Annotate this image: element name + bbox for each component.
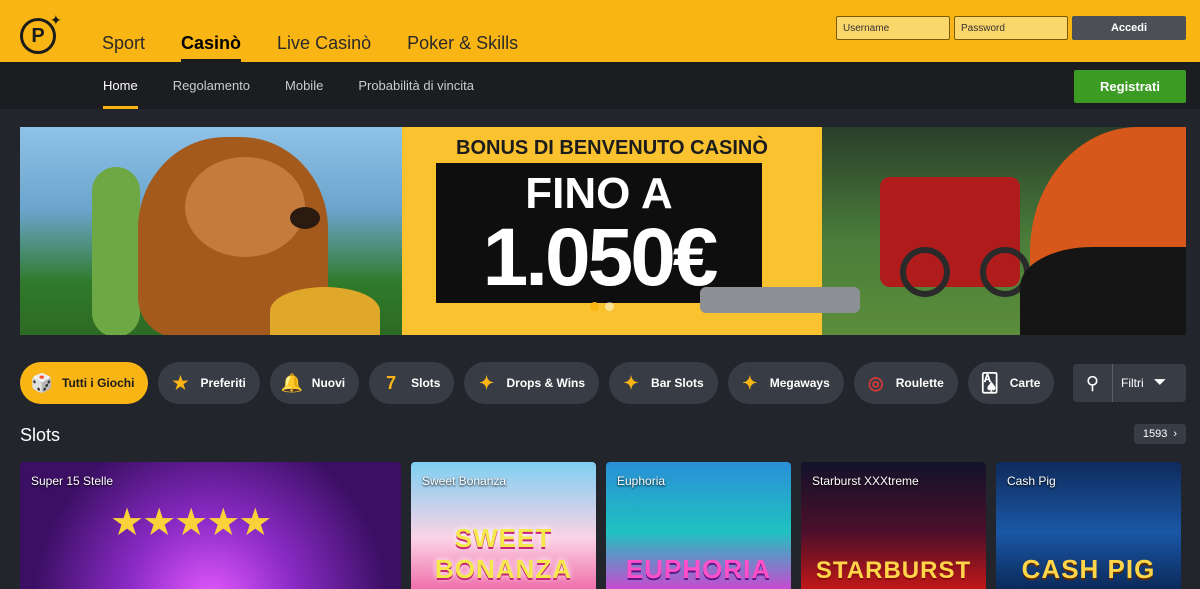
category-filters: 🎲 Tutti i Giochi ★ Preferiti 🔔 Nuovi 7 S… bbox=[20, 362, 1055, 404]
chip-label: Drops & Wins bbox=[506, 376, 586, 390]
stars-artwork: ★★★★★ bbox=[110, 502, 272, 544]
game-logo-art: CASH PIG bbox=[1021, 554, 1156, 584]
bonus-amount-box: FINO A 1.050€ bbox=[436, 163, 762, 303]
nav-poker-skills[interactable]: Poker & Skills bbox=[407, 30, 518, 62]
promo-banner[interactable]: BONUS DI BENVENUTO CASINÒ FINO A 1.050€ bbox=[20, 127, 1186, 335]
coins-illustration bbox=[270, 287, 380, 335]
chip-label: Bar Slots bbox=[651, 376, 704, 390]
chip-slots[interactable]: 7 Slots bbox=[369, 362, 455, 404]
subnav-regolamento[interactable]: Regolamento bbox=[173, 62, 250, 109]
filter-label[interactable]: Filtri bbox=[1113, 376, 1144, 390]
game-logo-art: EUPHORIA bbox=[625, 554, 772, 584]
chip-nuovi[interactable]: 🔔 Nuovi bbox=[269, 362, 360, 404]
chip-label: Carte bbox=[1009, 376, 1041, 390]
chip-carte[interactable]: 🂡 Carte bbox=[967, 362, 1055, 404]
revolver-illustration bbox=[700, 287, 860, 313]
login-form: Accedi bbox=[836, 16, 1186, 40]
chip-roulette[interactable]: ◎ Roulette bbox=[853, 362, 958, 404]
game-name: Starburst XXXtreme bbox=[812, 474, 919, 488]
section-title: Slots bbox=[20, 425, 61, 445]
game-tile[interactable]: Starburst XXXtreme STARBURST bbox=[801, 462, 986, 589]
subnav-mobile[interactable]: Mobile bbox=[285, 62, 323, 109]
games-count-button[interactable]: 1593 › bbox=[1134, 424, 1186, 444]
chip-megaways[interactable]: ✦ Megaways bbox=[727, 362, 844, 404]
chip-drops-wins[interactable]: ✦ Drops & Wins bbox=[464, 362, 600, 404]
chip-label: Slots bbox=[411, 376, 441, 390]
carousel-dot[interactable] bbox=[605, 302, 614, 311]
fox-coat-illustration bbox=[1020, 247, 1186, 335]
sub-nav: Home Regolamento Mobile Probabilità di v… bbox=[0, 62, 1200, 109]
chevron-right-icon: › bbox=[1173, 428, 1178, 440]
bear-face-illustration bbox=[185, 157, 305, 257]
games-count: 1593 bbox=[1142, 428, 1168, 440]
chip-bar-slots[interactable]: ✦ Bar Slots bbox=[609, 362, 718, 404]
game-tile[interactable]: ★★★★★ Super 15 Stelle bbox=[20, 462, 401, 589]
search-filter-bar: ⚲ Filtri ⏷ bbox=[1073, 364, 1186, 402]
carousel-dot[interactable] bbox=[590, 302, 599, 311]
cards-icon: 🂡 bbox=[980, 372, 999, 393]
bonus-title: BONUS DI BENVENUTO CASINÒ bbox=[456, 137, 768, 159]
car-wheel-illustration bbox=[900, 247, 950, 297]
login-button[interactable]: Accedi bbox=[1072, 16, 1186, 40]
sub-nav-links: Home Regolamento Mobile Probabilità di v… bbox=[103, 62, 509, 109]
chip-label: Roulette bbox=[895, 376, 944, 390]
funnel-icon[interactable]: ⏷ bbox=[1154, 374, 1167, 392]
game-name: Cash Pig bbox=[1007, 474, 1056, 488]
game-name: Sweet Bonanza bbox=[422, 474, 507, 488]
game-tile[interactable]: Cash Pig CASH PIG bbox=[996, 462, 1181, 589]
bear-nose-illustration bbox=[290, 207, 320, 229]
game-name: Euphoria bbox=[617, 474, 666, 488]
chip-label: Megaways bbox=[769, 376, 830, 390]
register-button[interactable]: Registrati bbox=[1074, 70, 1186, 103]
chip-label: Nuovi bbox=[311, 376, 346, 390]
dice-cards-icon: 🎲 bbox=[30, 372, 54, 393]
nav-casino[interactable]: Casinò bbox=[181, 30, 242, 62]
game-tile[interactable]: Euphoria EUPHORIA bbox=[606, 462, 791, 589]
star-icon: ★ bbox=[172, 372, 189, 393]
username-field[interactable] bbox=[836, 16, 950, 40]
snake-illustration bbox=[92, 167, 140, 335]
chip-tutti-i-giochi[interactable]: 🎲 Tutti i Giochi bbox=[20, 362, 149, 404]
game-tile[interactable]: Sweet Bonanza SWEET BONANZA bbox=[411, 462, 596, 589]
game-logo-art: STARBURST bbox=[815, 557, 972, 584]
nav-sport[interactable]: Sport bbox=[102, 30, 145, 62]
seven-cherry-icon: 7 bbox=[386, 372, 397, 393]
game-name: Super 15 Stelle bbox=[31, 474, 114, 488]
app-root: P ✦ Sport Casinò Live Casinò Poker & Ski… bbox=[0, 0, 1200, 589]
sparkle-icon: ✦ bbox=[623, 372, 639, 393]
search-icon[interactable]: ⚲ bbox=[1073, 364, 1113, 402]
sparkle-icon: ✦ bbox=[742, 372, 758, 393]
game-logo-art: SWEET BONANZA bbox=[435, 523, 572, 584]
roulette-icon: ◎ bbox=[867, 372, 884, 393]
chip-label: Preferiti bbox=[200, 376, 246, 390]
subnav-home[interactable]: Home bbox=[103, 62, 138, 109]
chip-preferiti[interactable]: ★ Preferiti bbox=[158, 362, 260, 404]
password-field[interactable] bbox=[954, 16, 1068, 40]
sparkle-icon: ✦ bbox=[478, 372, 495, 393]
subnav-probabilita[interactable]: Probabilità di vincita bbox=[358, 62, 474, 109]
chip-label: Tutti i Giochi bbox=[62, 376, 135, 390]
top-bar: P ✦ Sport Casinò Live Casinò Poker & Ski… bbox=[0, 0, 1200, 62]
bell-icon: 🔔 bbox=[280, 372, 303, 393]
main-nav: Sport Casinò Live Casinò Poker & Skills bbox=[102, 30, 554, 62]
carousel-dots bbox=[590, 302, 614, 311]
nav-live-casino[interactable]: Live Casinò bbox=[277, 30, 371, 62]
logo-sparkle-icon: ✦ bbox=[50, 12, 62, 28]
